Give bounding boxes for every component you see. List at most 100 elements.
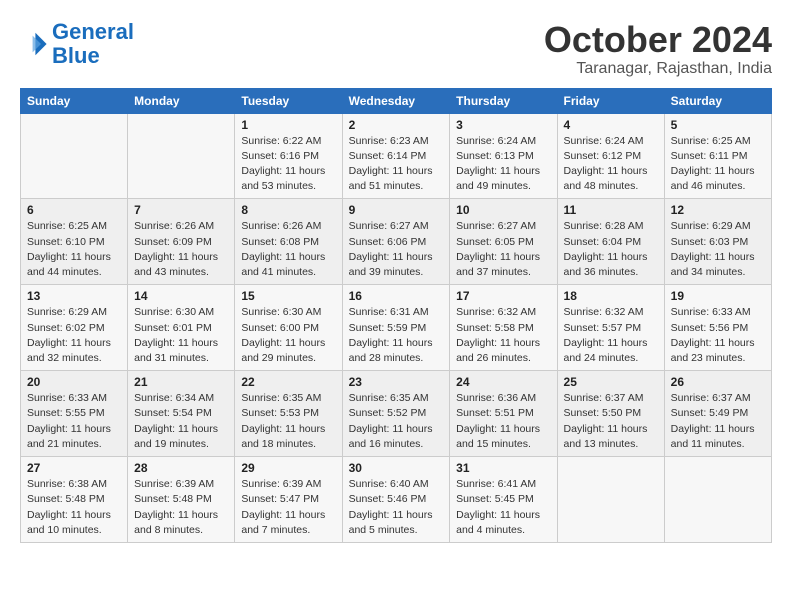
day-number: 24 xyxy=(456,375,550,389)
logo-text: General Blue xyxy=(52,20,134,68)
day-cell: 27 Sunrise: 6:38 AM Sunset: 5:48 PM Dayli… xyxy=(21,457,128,543)
day-number: 20 xyxy=(27,375,121,389)
header-cell-saturday: Saturday xyxy=(664,88,771,113)
day-detail: Sunrise: 6:24 AM Sunset: 6:12 PM Dayligh… xyxy=(564,134,658,195)
day-number: 12 xyxy=(671,203,765,217)
day-number: 30 xyxy=(349,461,444,475)
day-number: 14 xyxy=(134,289,228,303)
logo: General Blue xyxy=(20,20,134,68)
day-cell: 15 Sunrise: 6:30 AM Sunset: 6:00 PM Dayli… xyxy=(235,285,342,371)
day-number: 21 xyxy=(134,375,228,389)
day-cell: 29 Sunrise: 6:39 AM Sunset: 5:47 PM Dayli… xyxy=(235,457,342,543)
header-cell-wednesday: Wednesday xyxy=(342,88,450,113)
day-cell: 4 Sunrise: 6:24 AM Sunset: 6:12 PM Daylig… xyxy=(557,113,664,199)
day-detail: Sunrise: 6:33 AM Sunset: 5:55 PM Dayligh… xyxy=(27,391,121,452)
day-cell: 10 Sunrise: 6:27 AM Sunset: 6:05 PM Dayli… xyxy=(450,199,557,285)
day-detail: Sunrise: 6:25 AM Sunset: 6:11 PM Dayligh… xyxy=(671,134,765,195)
day-number: 23 xyxy=(349,375,444,389)
day-cell: 12Sunrise: 6:29 AM Sunset: 6:03 PM Dayli… xyxy=(664,199,771,285)
day-detail: Sunrise: 6:41 AM Sunset: 5:45 PM Dayligh… xyxy=(456,477,550,538)
day-cell: 28Sunrise: 6:39 AM Sunset: 5:48 PM Dayli… xyxy=(128,457,235,543)
day-detail: Sunrise: 6:38 AM Sunset: 5:48 PM Dayligh… xyxy=(27,477,121,538)
day-detail: Sunrise: 6:39 AM Sunset: 5:48 PM Dayligh… xyxy=(134,477,228,538)
day-cell: 30 Sunrise: 6:40 AM Sunset: 5:46 PM Dayli… xyxy=(342,457,450,543)
day-cell: 24 Sunrise: 6:36 AM Sunset: 5:51 PM Dayli… xyxy=(450,371,557,457)
day-cell: 16 Sunrise: 6:31 AM Sunset: 5:59 PM Dayli… xyxy=(342,285,450,371)
day-number: 3 xyxy=(456,118,550,132)
header-cell-thursday: Thursday xyxy=(450,88,557,113)
day-cell: 20 Sunrise: 6:33 AM Sunset: 5:55 PM Dayli… xyxy=(21,371,128,457)
day-number: 15 xyxy=(241,289,335,303)
calendar-body: 1 Sunrise: 6:22 AM Sunset: 6:16 PM Daylig… xyxy=(21,113,772,542)
day-detail: Sunrise: 6:27 AM Sunset: 6:06 PM Dayligh… xyxy=(349,219,444,280)
day-number: 11 xyxy=(564,203,658,217)
day-detail: Sunrise: 6:32 AM Sunset: 5:57 PM Dayligh… xyxy=(564,305,658,366)
day-cell: 9Sunrise: 6:27 AM Sunset: 6:06 PM Daylig… xyxy=(342,199,450,285)
day-detail: Sunrise: 6:39 AM Sunset: 5:47 PM Dayligh… xyxy=(241,477,335,538)
day-detail: Sunrise: 6:33 AM Sunset: 5:56 PM Dayligh… xyxy=(671,305,765,366)
day-cell: 1 Sunrise: 6:22 AM Sunset: 6:16 PM Daylig… xyxy=(235,113,342,199)
week-row: 6 Sunrise: 6:25 AM Sunset: 6:10 PM Daylig… xyxy=(21,199,772,285)
day-detail: Sunrise: 6:22 AM Sunset: 6:16 PM Dayligh… xyxy=(241,134,335,195)
day-cell: 17 Sunrise: 6:32 AM Sunset: 5:58 PM Dayli… xyxy=(450,285,557,371)
day-number: 7 xyxy=(134,203,228,217)
day-cell: 26Sunrise: 6:37 AM Sunset: 5:49 PM Dayli… xyxy=(664,371,771,457)
day-number: 5 xyxy=(671,118,765,132)
day-number: 2 xyxy=(349,118,444,132)
day-detail: Sunrise: 6:30 AM Sunset: 6:00 PM Dayligh… xyxy=(241,305,335,366)
day-cell: 3 Sunrise: 6:24 AM Sunset: 6:13 PM Daylig… xyxy=(450,113,557,199)
location-subtitle: Taranagar, Rajasthan, India xyxy=(544,60,772,78)
day-cell: 5 Sunrise: 6:25 AM Sunset: 6:11 PM Daylig… xyxy=(664,113,771,199)
day-detail: Sunrise: 6:40 AM Sunset: 5:46 PM Dayligh… xyxy=(349,477,444,538)
day-number: 29 xyxy=(241,461,335,475)
day-cell: 21 Sunrise: 6:34 AM Sunset: 5:54 PM Dayli… xyxy=(128,371,235,457)
calendar-header: SundayMondayTuesdayWednesdayThursdayFrid… xyxy=(21,88,772,113)
day-detail: Sunrise: 6:37 AM Sunset: 5:49 PM Dayligh… xyxy=(671,391,765,452)
day-number: 16 xyxy=(349,289,444,303)
day-cell xyxy=(128,113,235,199)
day-detail: Sunrise: 6:28 AM Sunset: 6:04 PM Dayligh… xyxy=(564,219,658,280)
day-number: 27 xyxy=(27,461,121,475)
day-cell: 23 Sunrise: 6:35 AM Sunset: 5:52 PM Dayli… xyxy=(342,371,450,457)
day-cell: 6 Sunrise: 6:25 AM Sunset: 6:10 PM Daylig… xyxy=(21,199,128,285)
day-detail: Sunrise: 6:26 AM Sunset: 6:08 PM Dayligh… xyxy=(241,219,335,280)
day-cell: 7 Sunrise: 6:26 AM Sunset: 6:09 PM Daylig… xyxy=(128,199,235,285)
header-cell-tuesday: Tuesday xyxy=(235,88,342,113)
day-detail: Sunrise: 6:30 AM Sunset: 6:01 PM Dayligh… xyxy=(134,305,228,366)
day-number: 17 xyxy=(456,289,550,303)
day-number: 22 xyxy=(241,375,335,389)
day-detail: Sunrise: 6:31 AM Sunset: 5:59 PM Dayligh… xyxy=(349,305,444,366)
day-number: 19 xyxy=(671,289,765,303)
calendar-table: SundayMondayTuesdayWednesdayThursdayFrid… xyxy=(20,88,772,543)
day-cell: 25 Sunrise: 6:37 AM Sunset: 5:50 PM Dayli… xyxy=(557,371,664,457)
day-number: 25 xyxy=(564,375,658,389)
day-cell: 14 Sunrise: 6:30 AM Sunset: 6:01 PM Dayli… xyxy=(128,285,235,371)
week-row: 13Sunrise: 6:29 AM Sunset: 6:02 PM Dayli… xyxy=(21,285,772,371)
day-cell: 2Sunrise: 6:23 AM Sunset: 6:14 PM Daylig… xyxy=(342,113,450,199)
day-detail: Sunrise: 6:25 AM Sunset: 6:10 PM Dayligh… xyxy=(27,219,121,280)
day-detail: Sunrise: 6:37 AM Sunset: 5:50 PM Dayligh… xyxy=(564,391,658,452)
header-row: SundayMondayTuesdayWednesdayThursdayFrid… xyxy=(21,88,772,113)
day-number: 6 xyxy=(27,203,121,217)
day-detail: Sunrise: 6:32 AM Sunset: 5:58 PM Dayligh… xyxy=(456,305,550,366)
day-detail: Sunrise: 6:26 AM Sunset: 6:09 PM Dayligh… xyxy=(134,219,228,280)
day-number: 4 xyxy=(564,118,658,132)
title-block: October 2024 Taranagar, Rajasthan, India xyxy=(544,20,772,78)
logo-icon xyxy=(20,30,48,58)
day-cell xyxy=(21,113,128,199)
day-cell: 18Sunrise: 6:32 AM Sunset: 5:57 PM Dayli… xyxy=(557,285,664,371)
day-detail: Sunrise: 6:35 AM Sunset: 5:52 PM Dayligh… xyxy=(349,391,444,452)
header-cell-sunday: Sunday xyxy=(21,88,128,113)
month-title: October 2024 xyxy=(544,20,772,60)
day-detail: Sunrise: 6:27 AM Sunset: 6:05 PM Dayligh… xyxy=(456,219,550,280)
day-number: 10 xyxy=(456,203,550,217)
day-detail: Sunrise: 6:34 AM Sunset: 5:54 PM Dayligh… xyxy=(134,391,228,452)
header-cell-friday: Friday xyxy=(557,88,664,113)
day-number: 1 xyxy=(241,118,335,132)
day-detail: Sunrise: 6:36 AM Sunset: 5:51 PM Dayligh… xyxy=(456,391,550,452)
week-row: 27 Sunrise: 6:38 AM Sunset: 5:48 PM Dayli… xyxy=(21,457,772,543)
day-cell: 11 Sunrise: 6:28 AM Sunset: 6:04 PM Dayli… xyxy=(557,199,664,285)
day-detail: Sunrise: 6:24 AM Sunset: 6:13 PM Dayligh… xyxy=(456,134,550,195)
day-cell: 13Sunrise: 6:29 AM Sunset: 6:02 PM Dayli… xyxy=(21,285,128,371)
week-row: 1 Sunrise: 6:22 AM Sunset: 6:16 PM Daylig… xyxy=(21,113,772,199)
